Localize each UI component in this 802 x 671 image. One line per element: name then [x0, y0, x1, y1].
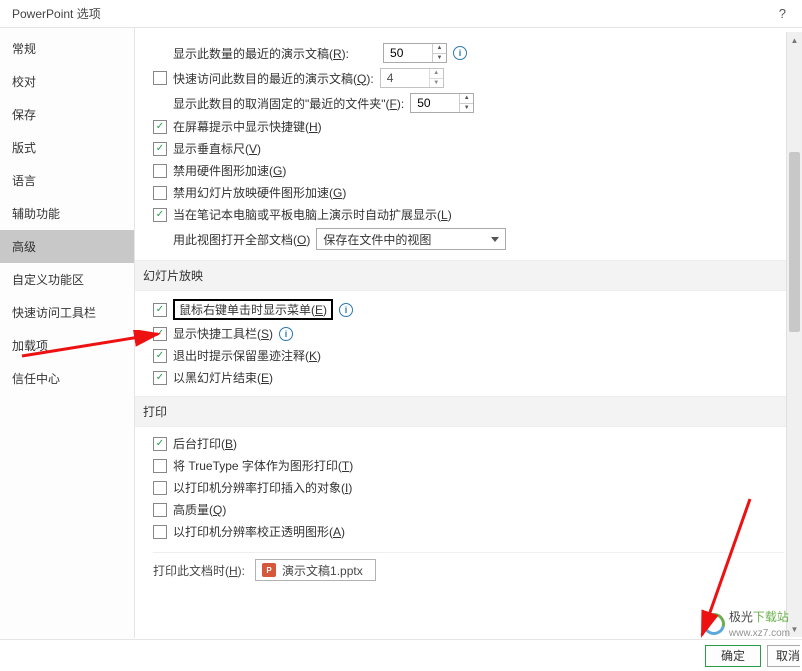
auto-extend-checkbox[interactable] [153, 208, 167, 222]
unpinned-folders-label: 显示此数目的取消固定的"最近的文件夹"(F): [173, 95, 404, 112]
truetype-print-label: 将 TrueType 字体作为图形打印(T) [173, 457, 353, 474]
show-shortcuts-row: 在屏幕提示中显示快捷键(H) [153, 118, 784, 135]
quick-toolbar-checkbox[interactable] [153, 327, 167, 341]
rightclick-menu-row: 鼠标右键单击时显示菜单(E) [153, 299, 784, 320]
chevron-down-icon [491, 237, 499, 242]
titlebar: PowerPoint 选项 ? [0, 0, 802, 28]
recent-count-spinner[interactable]: ▲▼ [383, 43, 447, 63]
print-this-doc-value: 演示文稿1.pptx [282, 562, 363, 579]
quick-access-recent-label: 快速访问此数目的最近的演示文稿(Q): [173, 70, 374, 87]
keep-ink-label: 退出时提示保留墨迹注释(K) [173, 347, 321, 364]
vertical-ruler-row: 显示垂直标尺(V) [153, 140, 784, 157]
disable-slideshow-hw-row: 禁用幻灯片放映硬件图形加速(G) [153, 184, 784, 201]
high-quality-checkbox[interactable] [153, 503, 167, 517]
recent-count-input[interactable] [384, 44, 432, 62]
print-section-header: 打印 [135, 396, 802, 427]
help-icon[interactable]: ? [779, 6, 792, 21]
powerpoint-file-icon: P [262, 563, 276, 577]
sidebar-item-advanced[interactable]: 高级 [0, 230, 134, 263]
auto-extend-label: 当在笔记本电脑或平板电脑上演示时自动扩展显示(L) [173, 206, 452, 223]
quick-access-recent-spinner[interactable]: ▲▼ [380, 68, 444, 88]
vertical-ruler-label: 显示垂直标尺(V) [173, 140, 261, 157]
auto-extend-row: 当在笔记本电脑或平板电脑上演示时自动扩展显示(L) [153, 206, 784, 223]
end-black-row: 以黑幻灯片结束(E) [153, 369, 784, 386]
align-transparent-checkbox[interactable] [153, 525, 167, 539]
disable-hw-label: 禁用硬件图形加速(G) [173, 162, 286, 179]
background-print-checkbox[interactable] [153, 437, 167, 451]
dialog-footer: 确定 取消 [0, 639, 802, 671]
sidebar-item-layout[interactable]: 版式 [0, 131, 134, 164]
high-quality-label: 高质量(Q) [173, 501, 226, 518]
unpinned-folders-row: 显示此数目的取消固定的"最近的文件夹"(F): ▲▼ [153, 93, 784, 113]
quick-toolbar-row: 显示快捷工具栏(S) [153, 325, 784, 342]
disable-slideshow-hw-checkbox[interactable] [153, 186, 167, 200]
watermark-logo-icon [699, 608, 729, 638]
disable-hw-checkbox[interactable] [153, 164, 167, 178]
recent-count-label: 显示此数量的最近的演示文稿(R): [173, 45, 349, 62]
sidebar-item-quick-access[interactable]: 快速访问工具栏 [0, 296, 134, 329]
print-this-doc-row: 打印此文档时(H): P 演示文稿1.pptx [153, 552, 784, 581]
cancel-button[interactable]: 取消 [767, 645, 800, 667]
sidebar-item-accessibility[interactable]: 辅助功能 [0, 197, 134, 230]
recent-count-row: 显示此数量的最近的演示文稿(R): ▲▼ [153, 43, 784, 63]
printer-res-obj-label: 以打印机分辨率打印插入的对象(I) [173, 479, 352, 496]
scroll-up-icon[interactable]: ▲ [787, 32, 802, 48]
align-transparent-label: 以打印机分辨率校正透明图形(A) [173, 523, 345, 540]
quick-access-recent-input[interactable] [381, 69, 429, 87]
open-view-value: 保存在文件中的视图 [323, 231, 431, 248]
quick-toolbar-label: 显示快捷工具栏(S) [173, 325, 273, 342]
printer-res-obj-checkbox[interactable] [153, 481, 167, 495]
info-icon[interactable] [279, 327, 293, 341]
print-this-doc-label: 打印此文档时(H): [153, 562, 245, 579]
keep-ink-checkbox[interactable] [153, 349, 167, 363]
disable-hw-row: 禁用硬件图形加速(G) [153, 162, 784, 179]
show-shortcuts-checkbox[interactable] [153, 120, 167, 134]
high-quality-row: 高质量(Q) [153, 501, 784, 518]
ok-button[interactable]: 确定 [705, 645, 761, 667]
quick-access-recent-checkbox[interactable] [153, 71, 167, 85]
truetype-print-checkbox[interactable] [153, 459, 167, 473]
unpinned-folders-input[interactable] [411, 94, 459, 112]
watermark-text: 极光下载站 www.xz7.com [729, 608, 790, 639]
align-transparent-row: 以打印机分辨率校正透明图形(A) [153, 523, 784, 540]
content-scrollbar[interactable]: ▲ ▼ [786, 32, 802, 637]
disable-slideshow-hw-label: 禁用幻灯片放映硬件图形加速(G) [173, 184, 346, 201]
sidebar-item-proofing[interactable]: 校对 [0, 65, 134, 98]
info-icon[interactable] [339, 303, 353, 317]
watermark: 极光下载站 www.xz7.com [703, 608, 790, 639]
end-black-label: 以黑幻灯片结束(E) [173, 369, 273, 386]
background-print-label: 后台打印(B) [173, 435, 237, 452]
window-title: PowerPoint 选项 [12, 5, 101, 22]
rightclick-menu-label: 鼠标右键单击时显示菜单(E) [179, 303, 327, 317]
open-view-row: 用此视图打开全部文档(O) 保存在文件中的视图 [153, 228, 784, 250]
scroll-thumb[interactable] [789, 152, 800, 332]
truetype-print-row: 将 TrueType 字体作为图形打印(T) [153, 457, 784, 474]
rightclick-menu-highlight: 鼠标右键单击时显示菜单(E) [173, 299, 333, 320]
rightclick-menu-checkbox[interactable] [153, 303, 167, 317]
printer-res-obj-row: 以打印机分辨率打印插入的对象(I) [153, 479, 784, 496]
end-black-checkbox[interactable] [153, 371, 167, 385]
keep-ink-row: 退出时提示保留墨迹注释(K) [153, 347, 784, 364]
unpinned-folders-spinner[interactable]: ▲▼ [410, 93, 474, 113]
sidebar-item-customize-ribbon[interactable]: 自定义功能区 [0, 263, 134, 296]
sidebar-item-addins[interactable]: 加载项 [0, 329, 134, 362]
info-icon[interactable] [453, 46, 467, 60]
vertical-ruler-checkbox[interactable] [153, 142, 167, 156]
sidebar-item-general[interactable]: 常规 [0, 32, 134, 65]
sidebar: 常规 校对 保存 版式 语言 辅助功能 高级 自定义功能区 快速访问工具栏 加载… [0, 28, 135, 638]
sidebar-item-save[interactable]: 保存 [0, 98, 134, 131]
dialog-body: 常规 校对 保存 版式 语言 辅助功能 高级 自定义功能区 快速访问工具栏 加载… [0, 28, 802, 638]
sidebar-item-trust-center[interactable]: 信任中心 [0, 362, 134, 395]
background-print-row: 后台打印(B) [153, 435, 784, 452]
show-shortcuts-label: 在屏幕提示中显示快捷键(H) [173, 118, 322, 135]
open-view-select[interactable]: 保存在文件中的视图 [316, 228, 506, 250]
print-this-doc-select[interactable]: P 演示文稿1.pptx [255, 559, 376, 581]
quick-access-recent-row: 快速访问此数目的最近的演示文稿(Q): ▲▼ [153, 68, 784, 88]
content-pane: 显示此数量的最近的演示文稿(R): ▲▼ 快速访问此数目的最近的演示文稿(Q):… [135, 28, 802, 638]
sidebar-item-language[interactable]: 语言 [0, 164, 134, 197]
slideshow-section-header: 幻灯片放映 [135, 260, 802, 291]
open-view-label: 用此视图打开全部文档(O) [173, 231, 310, 248]
